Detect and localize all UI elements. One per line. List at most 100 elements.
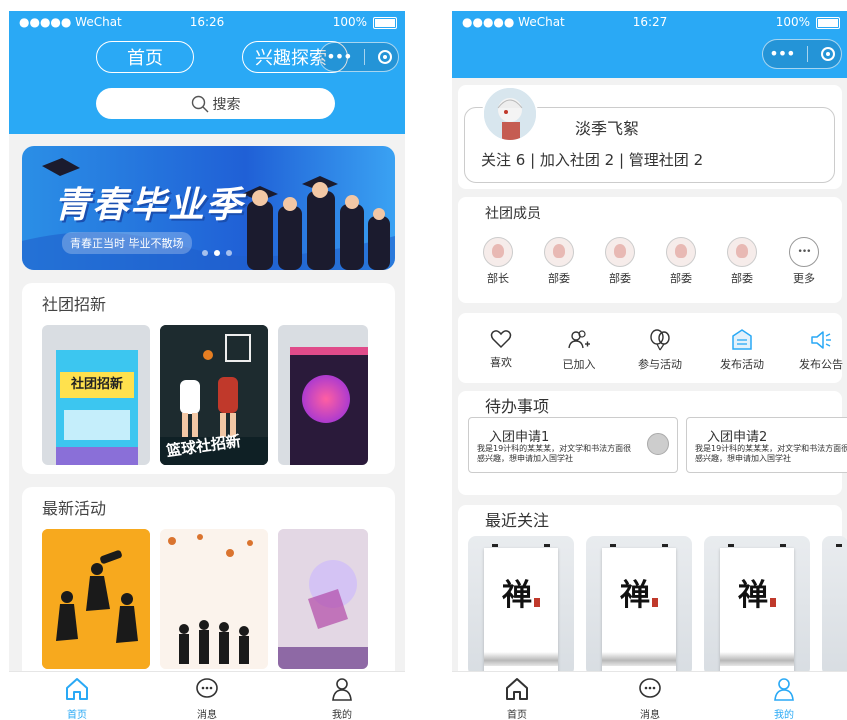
megaphone-icon — [811, 331, 831, 349]
poster-graphic — [302, 375, 350, 423]
capsule-divider — [807, 46, 809, 62]
person-icon — [774, 678, 794, 701]
poster-clip — [780, 544, 786, 547]
mine-screen: ●●●●● WeChat 16:27 100% ••• 淡季飞絮 关注 6 | … — [452, 11, 847, 720]
more-dots-icon[interactable]: ••• — [326, 49, 352, 65]
todo-item[interactable]: 入团申请1 我是19计科的某某某，对文学和书法方面很感兴趣，想申请加入国学社 — [468, 417, 678, 473]
close-target-icon[interactable] — [377, 50, 392, 64]
banner-pagination — [202, 250, 232, 256]
balloons-icon — [650, 329, 670, 351]
recruit-poster-3[interactable] — [278, 325, 368, 465]
calendar-icon — [732, 329, 752, 350]
member-role: 部委 — [548, 272, 570, 285]
ink-hills — [602, 652, 676, 666]
member-role: 部委 — [609, 272, 631, 285]
status-bar: ●●●●● WeChat 16:27 100% — [452, 11, 847, 33]
feature-label: 发布活动 — [720, 358, 764, 371]
poster-clip — [544, 544, 550, 547]
activity-card: 最新活动 — [22, 487, 395, 687]
tabbar-home[interactable]: 首页 — [487, 676, 547, 720]
feature-like[interactable]: 喜欢 — [466, 328, 536, 370]
recruit-poster-1[interactable]: 社团招新 — [42, 325, 150, 465]
activity-poster-3[interactable] — [278, 529, 368, 669]
member-item[interactable]: 部委 — [661, 237, 701, 286]
members-title: 社团成员 — [485, 206, 541, 222]
followed-club-poster[interactable]: 禅 — [704, 536, 810, 676]
more-dots-icon[interactable]: ••• — [769, 46, 795, 62]
todo-item[interactable]: 入团申请2 我是19计科的某某某，对文学和书法方面很感兴趣，想申请加入国学社 — [686, 417, 847, 473]
member-avatar — [666, 237, 696, 267]
tabbar-home-label: 首页 — [507, 710, 527, 720]
tabbar-mine[interactable]: 我的 — [312, 676, 372, 720]
section-title-recruit: 社团招新 — [42, 295, 107, 314]
activity-poster-2[interactable] — [160, 529, 268, 669]
followed-club-poster[interactable]: 禅 — [586, 536, 692, 676]
ink-hills — [484, 652, 558, 666]
avatar[interactable] — [482, 86, 538, 142]
followed-club-poster[interactable]: 禅 — [468, 536, 574, 676]
group-silhouettes-illustration — [160, 529, 268, 669]
more-circle-icon: ••• — [789, 237, 819, 267]
home-icon — [506, 678, 528, 700]
member-avatar — [483, 237, 513, 267]
poster-sheet: 禅 — [602, 548, 676, 672]
member-avatar — [544, 237, 574, 267]
followed-club-poster[interactable] — [822, 536, 847, 676]
feature-label: 发布公告 — [799, 358, 843, 371]
search-label: 搜索 — [212, 96, 241, 113]
recruit-poster-2[interactable]: 篮球社招新 — [160, 325, 268, 465]
status-bar: ●●●●● WeChat 16:26 100% — [9, 11, 405, 33]
red-seal — [652, 598, 658, 607]
todo-title: 待办事项 — [485, 397, 550, 416]
more-label: 更多 — [793, 272, 815, 285]
member-role: 部长 — [487, 272, 509, 285]
tabbar-home[interactable]: 首页 — [47, 676, 107, 720]
battery-percent: 100% — [775, 15, 810, 29]
member-avatar — [727, 237, 757, 267]
capsule-divider — [364, 49, 366, 65]
members-more[interactable]: ••• 更多 — [784, 237, 824, 286]
tabbar-home-label: 首页 — [67, 710, 87, 720]
feature-activities[interactable]: 参与活动 — [625, 328, 695, 372]
banner-title: 青春毕业季 — [54, 185, 245, 226]
member-item[interactable]: 部委 — [722, 237, 762, 286]
jumping-silhouettes-illustration — [42, 529, 150, 669]
username: 淡季飞絮 — [575, 119, 640, 138]
poster-calligraphy: 禅 — [620, 578, 650, 613]
member-item[interactable]: 部委 — [600, 237, 640, 286]
bottom-tab-bar: 首页 消息 我的 — [9, 671, 405, 720]
person-icon — [332, 678, 352, 701]
feature-publish-activity[interactable]: 发布活动 — [707, 328, 777, 372]
poster-sheet — [290, 347, 368, 465]
tabbar-mine-label: 我的 — [332, 710, 352, 720]
battery-icon — [816, 17, 840, 29]
banner-dot — [226, 250, 232, 256]
section-title-activity: 最新活动 — [42, 499, 107, 518]
recruit-card: 社团招新 社团招新 篮球社招新 — [22, 283, 395, 474]
battery-percent: 100% — [332, 15, 367, 29]
miniprogram-capsule[interactable]: ••• — [762, 39, 842, 69]
graduation-banner[interactable]: 青春毕业季 青春正当时 毕业不散场 — [22, 146, 395, 270]
member-role: 部委 — [670, 272, 692, 285]
runner-illustration — [278, 529, 368, 669]
tabbar-messages[interactable]: 消息 — [177, 676, 237, 720]
close-target-icon[interactable] — [820, 47, 835, 61]
poster-sheet: 禅 — [720, 548, 794, 672]
feature-label: 已加入 — [562, 358, 596, 371]
todo-item-desc: 我是19计科的某某某，对文学和书法方面很感兴趣，想申请加入国学社 — [695, 444, 847, 463]
feature-publish-notice[interactable]: 发布公告 — [786, 328, 847, 372]
member-item[interactable]: 部委 — [539, 237, 579, 286]
tab-home[interactable]: 首页 — [96, 41, 194, 73]
member-item[interactable]: 部长 — [478, 237, 518, 286]
search-input[interactable]: 搜索 — [96, 88, 335, 119]
poster-clip — [610, 544, 616, 547]
chat-bubble-icon — [196, 678, 218, 698]
recent-follow-title: 最近关注 — [485, 511, 550, 530]
tabbar-messages[interactable]: 消息 — [620, 676, 680, 720]
activity-poster-1[interactable] — [42, 529, 150, 669]
todo-status-circle[interactable] — [647, 433, 669, 455]
miniprogram-capsule[interactable]: ••• — [319, 42, 399, 72]
tabbar-mine[interactable]: 我的 — [754, 676, 814, 720]
red-seal — [534, 598, 540, 607]
feature-joined[interactable]: 已加入 — [544, 328, 614, 372]
